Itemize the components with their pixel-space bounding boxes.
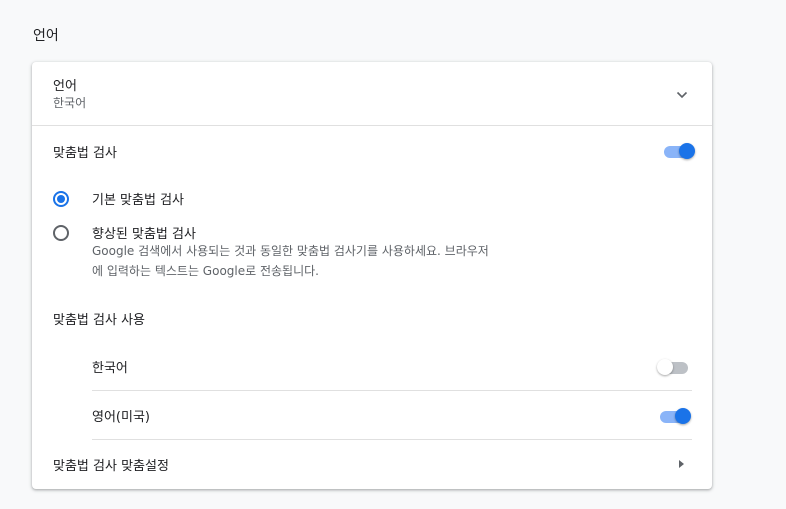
toggle-knob xyxy=(657,359,673,375)
spellcheck-toggle[interactable] xyxy=(661,143,695,159)
enhanced-description-line2: 에 입력하는 텍스트는 Google로 전송됩니다. xyxy=(92,264,319,278)
chevron-down-icon-svg xyxy=(676,91,688,99)
spellcheck-language-row: 영어(미국) xyxy=(92,391,692,439)
radio-enhanced-spellcheck[interactable] xyxy=(53,225,69,241)
toggle-knob xyxy=(675,408,691,424)
use-spellcheck-label: 맞춤법 검사 사용 xyxy=(53,313,145,328)
enhanced-description-line1: Google 검색에서 사용되는 것과 동일한 맞춤법 검사기를 사용하세요. … xyxy=(92,244,489,258)
customize-spellcheck-row[interactable]: 맞춤법 검사 맞춤설정 xyxy=(32,440,712,488)
enhanced-description: Google 검색에서 사용되는 것과 동일한 맞춤법 검사기를 사용하세요. … xyxy=(92,241,562,281)
language-row[interactable]: 언어 한국어 xyxy=(32,62,712,126)
spellcheck-language-name: 영어(미국) xyxy=(92,410,150,425)
spellcheck-language-row: 한국어 xyxy=(92,342,692,390)
english-spellcheck-toggle[interactable] xyxy=(657,408,691,424)
chevron-down-icon[interactable] xyxy=(675,87,689,101)
language-value: 한국어 xyxy=(53,96,87,110)
spellcheck-language-name: 한국어 xyxy=(92,361,128,376)
toggle-knob xyxy=(679,143,695,159)
language-card: 언어 한국어 맞춤법 검사 기본 맞춤법 검사 향상된 맞춤법 검사 Googl… xyxy=(32,62,712,489)
arrow-right-icon xyxy=(679,460,684,468)
radio-basic-label: 기본 맞춤법 검사 xyxy=(92,193,184,208)
spellcheck-label: 맞춤법 검사 xyxy=(53,146,117,161)
korean-spellcheck-toggle[interactable] xyxy=(657,359,691,375)
section-title: 언어 xyxy=(33,28,59,44)
language-label: 언어 xyxy=(53,79,77,94)
radio-enhanced-label: 향상된 맞춤법 검사 xyxy=(92,227,196,242)
radio-basic-spellcheck[interactable] xyxy=(53,191,69,207)
customize-spellcheck-label: 맞춤법 검사 맞춤설정 xyxy=(53,459,169,474)
